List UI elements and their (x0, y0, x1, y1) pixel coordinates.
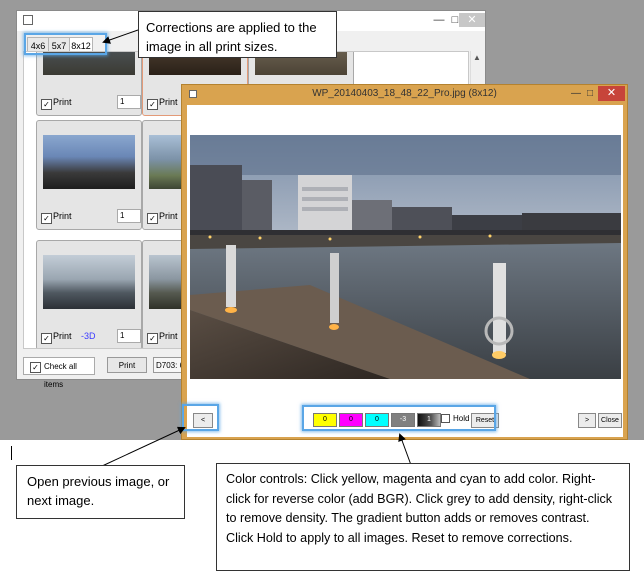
thumbnail-cell[interactable]: ✓ Print 1 (36, 52, 142, 116)
text-cursor (11, 446, 12, 460)
maximize-button[interactable]: □ (584, 88, 596, 100)
thumbnail-cell[interactable]: ✓ Print 1 (36, 120, 142, 230)
check-all-toggle[interactable]: ✓ Check all items (23, 357, 95, 389)
image-window-titlebar: WP_20140403_18_48_22_Pro.jpg (8x12) — □ … (182, 85, 627, 105)
print-label: Print (53, 211, 72, 221)
previous-button-highlight (182, 404, 219, 431)
print-checkbox[interactable]: ✓ (147, 99, 158, 110)
print-label: Print (159, 211, 178, 221)
close-button[interactable]: ✕ (459, 13, 485, 27)
density-tag: -3D (81, 331, 96, 341)
callout-color-controls-text: Color controls: Click yellow, magenta an… (226, 472, 613, 545)
print-button[interactable]: Print (107, 357, 147, 373)
main-photo-preview (190, 135, 621, 379)
next-image-button[interactable]: > (578, 413, 596, 428)
check-all-checkbox[interactable]: ✓ (30, 362, 41, 373)
check-all-label: Check all items (44, 362, 77, 389)
image-window: WP_20140403_18_48_22_Pro.jpg (8x12) — □ … (181, 84, 628, 440)
window-title: WP_20140403_18_48_22_Pro.jpg (8x12) (312, 88, 497, 99)
tabs-highlight (24, 33, 107, 55)
print-checkbox[interactable]: ✓ (41, 333, 52, 344)
thumbnail-image (43, 135, 135, 189)
print-label: Print (53, 97, 72, 107)
thumbnail-image (43, 255, 135, 309)
print-checkbox[interactable]: ✓ (147, 213, 158, 224)
scroll-up-arrow-icon[interactable]: ▲ (471, 53, 483, 63)
callout-navigation-note: Open previous image, or next image. (16, 465, 185, 519)
callout-tabs-text: Corrections are applied to the image in … (146, 20, 317, 54)
print-label: Print (159, 331, 178, 341)
quantity-field[interactable]: 1 (117, 329, 141, 343)
quantity-field[interactable]: 1 (117, 95, 141, 109)
app-icon (23, 15, 33, 25)
callout-color-controls-note: Color controls: Click yellow, magenta an… (216, 463, 630, 571)
thumbnail-cell[interactable]: ✓ Print -3D 1 (36, 240, 142, 348)
print-label: Print (53, 331, 72, 341)
close-button[interactable]: ✕ (598, 86, 625, 101)
print-checkbox[interactable]: ✓ (41, 99, 52, 110)
color-controls-highlight (302, 405, 496, 431)
print-label: Print (159, 97, 178, 107)
callout-tabs-note: Corrections are applied to the image in … (138, 11, 337, 58)
minimize-button[interactable]: — (431, 13, 447, 27)
minimize-button[interactable]: — (570, 88, 582, 100)
close-window-button[interactable]: Close (598, 413, 622, 428)
print-checkbox[interactable]: ✓ (147, 333, 158, 344)
print-checkbox[interactable]: ✓ (41, 213, 52, 224)
callout-navigation-text: Open previous image, or next image. (27, 474, 170, 508)
quantity-field[interactable]: 1 (117, 209, 141, 223)
image-window-client: < 0 0 0 -3 1 Hold Reset > Close (187, 105, 623, 437)
